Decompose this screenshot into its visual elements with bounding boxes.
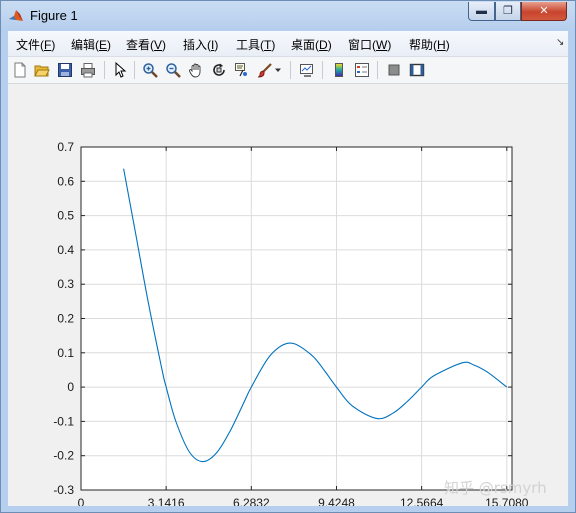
figure-toolbar bbox=[8, 57, 568, 84]
y-tick-label: 0.3 bbox=[57, 277, 74, 291]
watermark-text: 知乎 @rsmyrh bbox=[444, 479, 547, 497]
brush-icon[interactable] bbox=[256, 61, 274, 79]
maximize-button[interactable]: ❐ bbox=[495, 2, 521, 21]
menu-file[interactable]: 文件(F) bbox=[16, 36, 55, 53]
dock-arrow-icon[interactable]: ↘ bbox=[556, 37, 564, 48]
zoom-out-icon[interactable] bbox=[164, 61, 182, 79]
x-tick-label: 6.2832 bbox=[233, 496, 270, 506]
minimize-button[interactable]: ▬ bbox=[468, 2, 495, 21]
y-tick-label: 0.6 bbox=[57, 174, 74, 188]
data-cursor-icon[interactable] bbox=[233, 61, 251, 79]
toolbar-separator bbox=[104, 61, 105, 79]
pan-hand-icon[interactable] bbox=[187, 61, 205, 79]
print-icon[interactable] bbox=[79, 61, 97, 79]
y-tick-label: 0.1 bbox=[57, 346, 74, 360]
menu-tools[interactable]: 工具(T) bbox=[236, 36, 275, 53]
plot-canvas[interactable]: 0 3.1416 6.2832 9.4248 12.5664 15.7080-0.3-0.… bbox=[8, 84, 568, 510]
zoom-in-icon[interactable] bbox=[141, 61, 159, 79]
menu-bar: 文件(F) 编辑(E) 查看(V) 插入(I) 工具(T) 桌面(D) 窗口(W… bbox=[8, 31, 568, 57]
menu-desktop[interactable]: 桌面(D) bbox=[291, 36, 332, 53]
menu-insert[interactable]: 插入(I) bbox=[183, 36, 218, 53]
menu-view[interactable]: 查看(V) bbox=[126, 36, 166, 53]
y-tick-label: -0.3 bbox=[53, 483, 74, 497]
figure-canvas-area: 0 3.1416 6.2832 9.4248 12.5664 15.7080 -0.3 -0.… bbox=[8, 84, 568, 510]
open-file-icon[interactable] bbox=[33, 61, 51, 79]
y-tick-label: 0.2 bbox=[57, 312, 74, 326]
save-icon[interactable] bbox=[56, 61, 74, 79]
close-button[interactable]: ✕ bbox=[521, 2, 567, 21]
rotate-3d-icon[interactable] bbox=[210, 61, 228, 79]
x-tick-label: 0 bbox=[78, 496, 85, 506]
toolbar-separator bbox=[290, 61, 291, 79]
link-plot-icon[interactable] bbox=[298, 61, 316, 79]
figure-client-area: 文件(F) 编辑(E) 查看(V) 插入(I) 工具(T) 桌面(D) 窗口(W… bbox=[8, 31, 568, 510]
y-tick-label: 0 bbox=[67, 380, 74, 394]
legend-icon[interactable] bbox=[353, 61, 371, 79]
y-tick-label: -0.1 bbox=[53, 414, 74, 428]
colorbar-icon[interactable] bbox=[330, 61, 348, 79]
figure-window: Figure 1 ▬ ❐ ✕ 文件(F) 编辑(E) 查看(V) 插入(I) 工… bbox=[0, 0, 576, 513]
brush-dropdown-icon[interactable] bbox=[273, 61, 283, 79]
window-title: Figure 1 bbox=[30, 8, 78, 23]
y-tick-label: -0.2 bbox=[53, 449, 74, 463]
matlab-logo-icon bbox=[8, 8, 24, 24]
menu-edit[interactable]: 编辑(E) bbox=[71, 36, 111, 53]
new-figure-icon[interactable] bbox=[11, 61, 29, 79]
toolbar-separator bbox=[134, 61, 135, 79]
show-plot-tools-icon[interactable] bbox=[408, 61, 426, 79]
hide-plot-tools-icon[interactable] bbox=[385, 61, 403, 79]
x-tick-label: 9.4248 bbox=[318, 496, 355, 506]
y-tick-label: 0.7 bbox=[57, 140, 74, 154]
pointer-icon[interactable] bbox=[111, 61, 129, 79]
menu-window[interactable]: 窗口(W) bbox=[348, 36, 391, 53]
x-tick-label: 12.5664 bbox=[400, 496, 444, 506]
title-bar[interactable]: Figure 1 ▬ ❐ ✕ bbox=[1, 1, 575, 31]
toolbar-separator bbox=[322, 61, 323, 79]
y-tick-label: 0.5 bbox=[57, 209, 74, 223]
x-tick-label: 3.1416 bbox=[148, 496, 185, 506]
y-tick-label: 0.4 bbox=[57, 243, 74, 257]
menu-help[interactable]: 帮助(H) bbox=[409, 36, 450, 53]
toolbar-separator bbox=[377, 61, 378, 79]
